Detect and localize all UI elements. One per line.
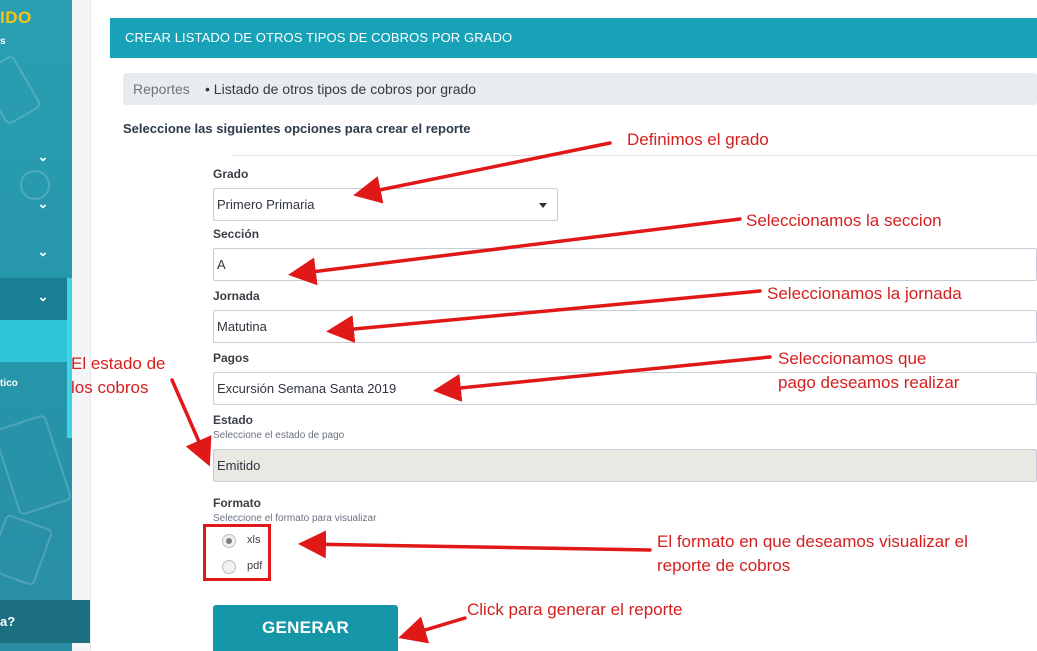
- pagos-value: Excursión Semana Santa 2019: [217, 381, 397, 396]
- grado-label: Grado: [213, 167, 249, 181]
- card-header: CREAR LISTADO DE OTROS TIPOS DE COBROS P…: [110, 18, 1037, 58]
- estado-value: Emitido: [217, 458, 261, 473]
- formato-help: Seleccione el formato para visualizar: [213, 513, 377, 524]
- grado-value: Primero Primaria: [217, 197, 315, 212]
- chevron-down-icon[interactable]: ⌄: [36, 245, 50, 259]
- estado-help: Seleccione el estado de pago: [213, 430, 345, 441]
- sidebar: IDO s ⌄ ⌄ ⌄ ⌄ tico: [0, 0, 72, 651]
- chevron-down-icon: ⌄: [37, 289, 49, 304]
- breadcrumb-reportes-link[interactable]: Reportes: [133, 81, 190, 97]
- jornada-select[interactable]: Matutina: [213, 310, 1037, 343]
- annotation-estado-line1: El estado de: [71, 354, 166, 373]
- decorative-doodle: [0, 413, 72, 517]
- seccion-value: A: [217, 257, 226, 272]
- annotation-pagos-line2: pago deseamos realizar: [778, 373, 960, 392]
- annotation-formato-line2: reporte de cobros: [657, 556, 791, 575]
- form-instruction: Seleccione las siguientes opciones para …: [123, 121, 471, 136]
- breadcrumb-current: • Listado de otros tipos de cobros por g…: [205, 81, 477, 97]
- grado-select[interactable]: Primero Primaria: [213, 188, 558, 221]
- breadcrumb: Reportes • Listado de otros tipos de cob…: [123, 73, 1037, 105]
- annotation-grado: Definimos el grado: [627, 130, 769, 149]
- chat-question-text: a?: [0, 614, 16, 629]
- sidebar-subitem-active[interactable]: [0, 320, 67, 362]
- brand-logo-text: IDO: [0, 8, 32, 27]
- annotation-highlight-box: [203, 524, 271, 581]
- chevron-down-icon[interactable]: ⌄: [36, 197, 50, 211]
- brand-subtitle: s: [0, 36, 6, 47]
- divider: [232, 155, 1037, 156]
- card-title: CREAR LISTADO DE OTROS TIPOS DE COBROS P…: [125, 30, 513, 45]
- chevron-down-icon[interactable]: ⌄: [36, 150, 50, 164]
- sidebar-subitem-label[interactable]: tico: [0, 378, 18, 389]
- estado-field: Emitido: [213, 449, 1037, 482]
- annotation-estado-line2: los cobros: [71, 378, 149, 397]
- caret-down-icon: [539, 203, 547, 208]
- screenshot: IDO s ⌄ ⌄ ⌄ ⌄ tico a? CREAR LISTADO DE O…: [0, 0, 1037, 651]
- decorative-doodle: [0, 54, 43, 126]
- sidebar-item-reportes[interactable]: ⌄: [0, 278, 67, 320]
- jornada-value: Matutina: [217, 319, 267, 334]
- jornada-label: Jornada: [213, 289, 260, 303]
- annotation-seccion: Seleccionamos la seccion: [746, 211, 942, 230]
- formato-label: Formato: [213, 496, 261, 510]
- seccion-select[interactable]: A: [213, 248, 1037, 281]
- generar-button[interactable]: GENERAR: [213, 605, 398, 651]
- estado-label: Estado: [213, 413, 254, 427]
- annotation-pagos-line1: Seleccionamos que: [778, 349, 927, 368]
- annotation-jornada: Seleccionamos la jornada: [767, 284, 962, 303]
- annotation-formato-line1: El formato en que deseamos visualizar el: [657, 532, 968, 551]
- annotation-generar: Click para generar el reporte: [467, 600, 683, 619]
- decorative-doodle: [0, 513, 54, 587]
- pagos-label: Pagos: [213, 351, 250, 365]
- seccion-label: Sección: [213, 227, 260, 241]
